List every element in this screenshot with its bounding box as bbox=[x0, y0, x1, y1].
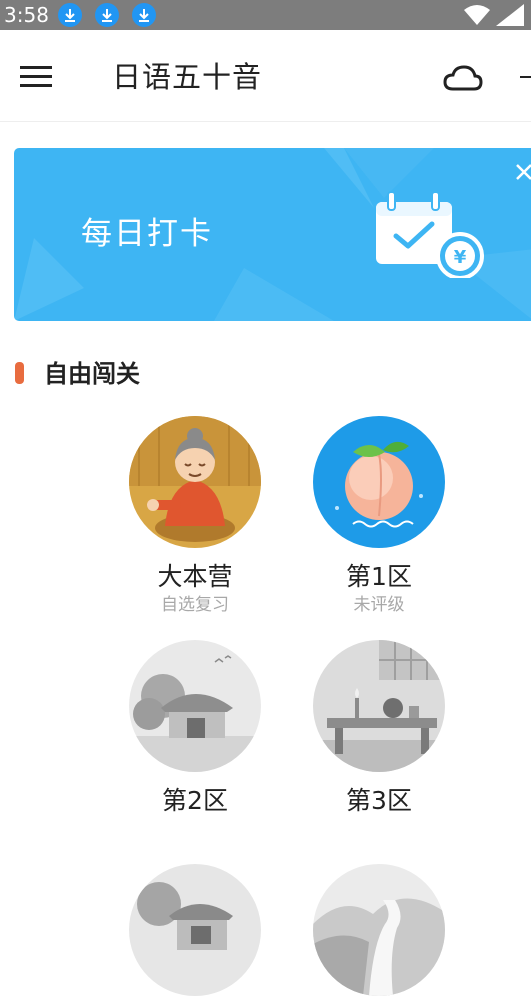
app-title: 日语五十音 bbox=[112, 60, 263, 94]
level-item-base[interactable]: 大本营 自选复习 bbox=[105, 416, 285, 616]
level-name: 大本营 bbox=[157, 562, 233, 591]
village-illustration bbox=[129, 864, 261, 996]
cloud-icon[interactable] bbox=[443, 64, 483, 92]
banner-text: 每日打卡 bbox=[81, 216, 213, 252]
add-icon[interactable] bbox=[520, 66, 531, 88]
download-icon bbox=[132, 3, 156, 27]
peach-illustration bbox=[313, 416, 445, 548]
download-icon bbox=[58, 3, 82, 27]
app-bar: 日语五十音 bbox=[0, 30, 531, 122]
level-item-zone-3[interactable]: 第3区 bbox=[289, 640, 469, 816]
table-illustration bbox=[313, 640, 445, 772]
status-time: 3:58 bbox=[4, 3, 49, 27]
level-name: 第3区 bbox=[346, 786, 412, 815]
level-item-zone-2[interactable]: 第2区 bbox=[105, 640, 285, 816]
level-name: 第2区 bbox=[162, 786, 228, 815]
level-subtitle: 未评级 bbox=[353, 595, 405, 615]
menu-icon[interactable] bbox=[20, 66, 52, 88]
wifi-icon bbox=[464, 5, 490, 25]
daily-checkin-banner[interactable]: 每日打卡 ¥ bbox=[14, 148, 531, 321]
section-accent-bar bbox=[15, 362, 24, 384]
section-title: 自由闯关 bbox=[44, 360, 140, 388]
level-name: 第1区 bbox=[346, 562, 412, 591]
grandma-illustration bbox=[129, 416, 261, 548]
status-bar: 3:58 bbox=[0, 0, 531, 30]
signal-icon bbox=[496, 4, 524, 26]
level-item-zone-5[interactable] bbox=[289, 864, 469, 996]
svg-text:¥: ¥ bbox=[454, 247, 467, 268]
level-item-zone-4[interactable] bbox=[105, 864, 285, 996]
download-icon bbox=[95, 3, 119, 27]
river-illustration bbox=[313, 864, 445, 996]
level-item-zone-1[interactable]: 第1区 未评级 bbox=[289, 416, 469, 616]
calendar-check-icon: ¥ bbox=[376, 191, 484, 278]
close-icon[interactable] bbox=[514, 162, 531, 182]
house-illustration bbox=[129, 640, 261, 772]
level-subtitle: 自选复习 bbox=[161, 595, 229, 615]
